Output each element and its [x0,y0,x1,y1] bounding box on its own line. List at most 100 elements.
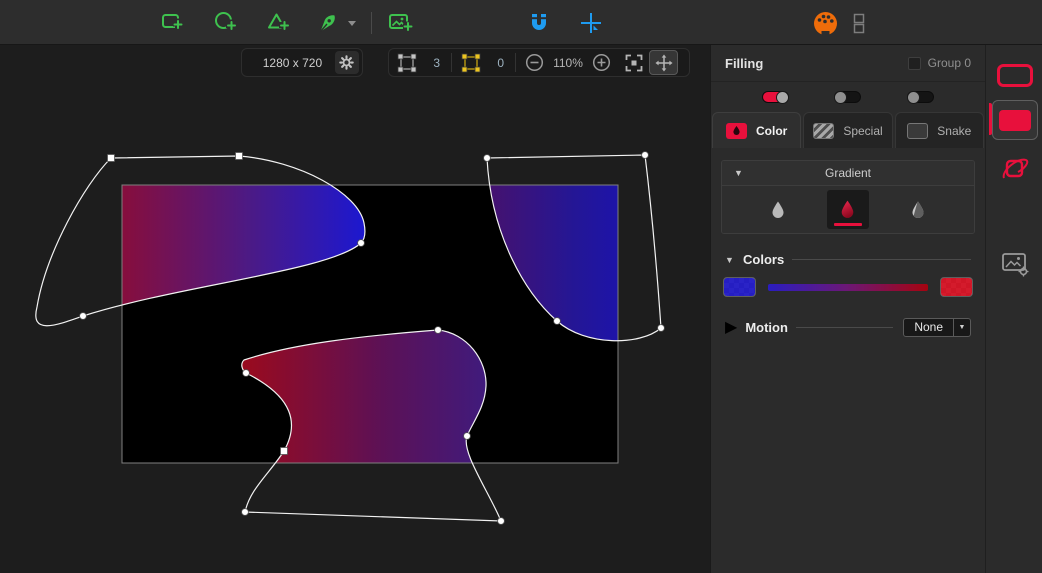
view-controls-group: 3 0 110% [388,48,690,77]
node-handle[interactable] [553,317,561,325]
add-ellipse-button[interactable] [212,9,240,37]
stroke-style-button[interactable] [986,63,1042,88]
add-position-button[interactable] [577,9,605,37]
solid-fill-icon[interactable] [770,200,786,220]
add-image-button[interactable] [386,9,414,37]
motion-section-header: ▶ Motion None ▼ [725,317,971,337]
path-nodes-count[interactable]: 3 [419,56,445,70]
collapse-caret-icon[interactable]: ▼ [734,168,743,178]
snake-tab-icon [907,122,929,139]
node-handle[interactable] [357,239,365,247]
path-nodes-button[interactable] [394,51,419,74]
special-tab-icon [813,122,835,139]
end-color-fill [941,278,972,296]
color-tab-icon [725,122,747,139]
group-checkbox[interactable] [907,56,921,70]
selected-nodes-button[interactable] [458,51,483,74]
filling-panel-header: Filling Group 0 [711,45,985,82]
node-handle-square[interactable] [235,152,243,160]
tab-color[interactable]: Color [712,112,802,148]
layout-panels-button[interactable] [845,9,873,37]
node-handle[interactable] [434,326,442,334]
colors-section-title: Colors [743,252,785,267]
bounding-box-selected-icon [461,53,480,72]
motion-dropdown[interactable]: None ▼ [903,317,971,337]
gradient-fill-option-selected[interactable] [826,190,869,229]
add-triangle-button[interactable] [265,9,293,37]
crosshair-plus-icon [581,13,601,33]
node-handle[interactable] [497,517,505,525]
add-image-icon [388,14,413,32]
zoom-level-value[interactable]: 110% [547,56,589,70]
toggle-knob [775,91,789,104]
stacked-squares-icon [853,13,865,34]
colors-collapse-caret-icon[interactable]: ▼ [725,255,735,265]
node-handle[interactable] [463,432,471,440]
node-handle[interactable] [657,324,665,332]
fill-type-title: Gradient [824,166,872,180]
section-divider [792,259,971,260]
section-divider [795,326,894,328]
pen-options-button[interactable] [343,9,361,37]
zoom-out-button[interactable] [522,51,547,74]
color-palette-button[interactable] [811,9,839,37]
minus-circle-icon [525,53,544,72]
pan-tool-button[interactable] [649,50,678,75]
fill-toggle-1[interactable] [761,91,789,104]
node-handle[interactable] [241,508,249,516]
image-gear-icon [1001,253,1029,277]
chevron-down-icon [348,21,356,26]
fill-type-box: ▼ Gradient [721,160,975,234]
pen-tool-button[interactable] [315,9,343,37]
canvas-size-value[interactable]: 1280 x 720 [250,56,335,70]
gradient-end-swatch[interactable] [940,277,973,297]
node-handle[interactable] [79,312,87,320]
vector-editor-app: 1280 x 720 3 0 110% Filling Group 0 Colo… [0,0,1042,573]
pen-icon [319,15,335,32]
fill-toggle-2[interactable] [834,91,862,104]
style-sidebar [985,45,1042,573]
palette-icon [813,11,837,37]
fit-screen-icon [625,54,642,71]
dropdown-arrow-icon[interactable]: ▼ [954,319,970,336]
node-handle[interactable] [242,369,250,377]
add-ellipse-icon [215,12,237,31]
selected-nodes-count[interactable]: 0 [483,56,509,70]
fit-screen-button[interactable] [621,51,646,74]
motion-dropdown-value: None [914,319,943,334]
two-tone-fill-icon[interactable] [910,200,926,220]
group-checkbox-row: Group 0 [907,56,971,70]
gradient-start-swatch[interactable] [723,277,756,297]
tab-snake[interactable]: Snake [894,112,984,148]
toolbar-divider [371,12,372,34]
canvas-viewport[interactable]: 1280 x 720 3 0 110% [0,45,710,573]
fill-type-header[interactable]: ▼ Gradient [722,161,974,186]
effects-style-button[interactable] [986,153,1042,183]
gear-icon [339,55,355,70]
motion-expand-caret-icon[interactable]: ▶ [725,317,737,337]
zoom-in-button[interactable] [589,51,614,74]
selected-underline [833,223,862,226]
fill-rect-icon [999,109,1031,131]
panel-title: Filling [725,55,764,71]
add-rectangle-button[interactable] [159,9,187,37]
start-color-fill [724,278,755,296]
fill-tabs: Color Special Snake [711,112,985,148]
image-settings-button[interactable] [986,250,1042,278]
tab-special-label: Special [843,123,883,138]
canvas-size-group: 1280 x 720 [241,48,363,77]
add-rectangle-icon [162,14,183,29]
tab-special[interactable]: Special [803,112,893,148]
motion-section-title: Motion [745,319,788,335]
gradient-preview-bar[interactable] [768,283,928,291]
node-handle-square[interactable] [280,447,288,455]
node-handle-square[interactable] [107,154,115,162]
fill-style-button-selected[interactable] [992,100,1038,140]
group-label: Group 0 [927,56,971,70]
bounding-box-icon [397,53,416,72]
canvas-settings-button[interactable] [334,51,359,74]
node-handle[interactable] [483,154,491,162]
snapping-button[interactable] [525,9,553,37]
fill-toggle-3[interactable] [907,91,935,104]
node-handle[interactable] [641,151,649,159]
